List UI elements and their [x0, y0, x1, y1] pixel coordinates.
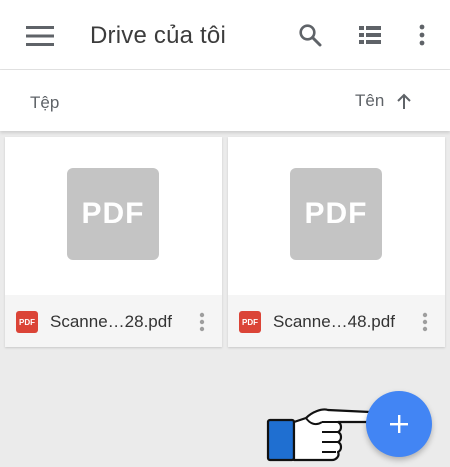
search-button[interactable] [290, 16, 330, 54]
arrow-up-icon [397, 93, 412, 109]
pdf-file-icon: PDF [16, 311, 38, 333]
file-thumbnail: PDF [5, 137, 222, 295]
file-thumbnail: PDF [228, 137, 445, 295]
menu-button[interactable] [20, 17, 60, 55]
file-card[interactable]: PDF PDF Scanne…48.pdf [228, 137, 445, 347]
sort-by-name-button[interactable]: Tên [355, 84, 435, 118]
file-more-options-button[interactable] [413, 307, 437, 337]
pdf-file-icon: PDF [239, 311, 261, 333]
section-label-files: Tệp [30, 93, 60, 112]
pointing-hand-icon [266, 408, 376, 462]
file-card-footer: PDF Scanne…28.pdf [5, 295, 222, 347]
more-options-button[interactable] [405, 16, 439, 54]
file-name: Scanne…28.pdf [50, 312, 172, 331]
view-toggle-button[interactable] [350, 16, 390, 54]
more-vert-icon [199, 312, 205, 332]
page-title: Drive của tôi [90, 22, 226, 49]
app-bar: Drive của tôi [0, 0, 450, 70]
more-vert-icon [419, 24, 425, 46]
sort-label: Tên [355, 91, 385, 110]
pdf-thumbnail-icon: PDF [67, 168, 159, 260]
list-view-icon [359, 26, 381, 44]
add-new-button[interactable] [366, 391, 432, 457]
file-card[interactable]: PDF PDF Scanne…28.pdf [5, 137, 222, 347]
menu-icon [26, 26, 54, 46]
search-icon [299, 24, 322, 47]
file-card-footer: PDF Scanne…48.pdf [228, 295, 445, 347]
file-name: Scanne…48.pdf [273, 312, 395, 331]
file-more-options-button[interactable] [190, 307, 214, 337]
pdf-thumbnail-icon: PDF [290, 168, 382, 260]
sort-bar: Tệp Tên [0, 70, 450, 131]
more-vert-icon [422, 312, 428, 332]
plus-icon [390, 415, 408, 433]
